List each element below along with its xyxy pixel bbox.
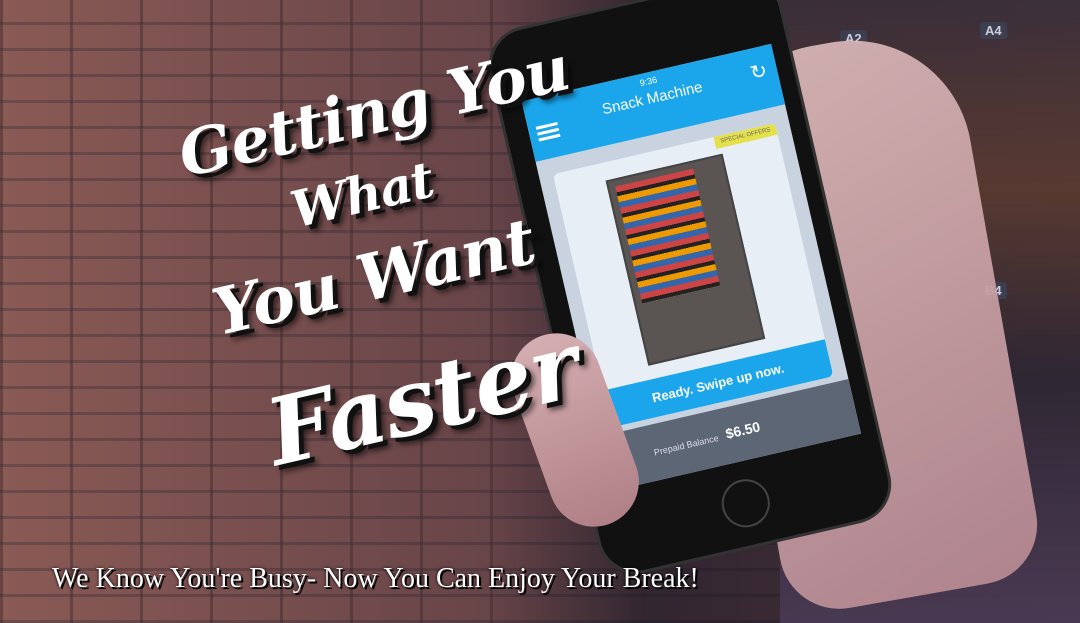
vending-machine-image (605, 153, 766, 366)
balance-label: Prepaid Balance (652, 432, 720, 458)
balance-value: $6.50 (723, 418, 762, 442)
tagline: We Know You're Busy- Now You Can Enjoy Y… (52, 563, 699, 594)
home-button (717, 474, 775, 533)
special-offers-badge[interactable]: SPECIAL OFFERS (713, 122, 778, 149)
slot-label: A4 (980, 22, 1007, 39)
